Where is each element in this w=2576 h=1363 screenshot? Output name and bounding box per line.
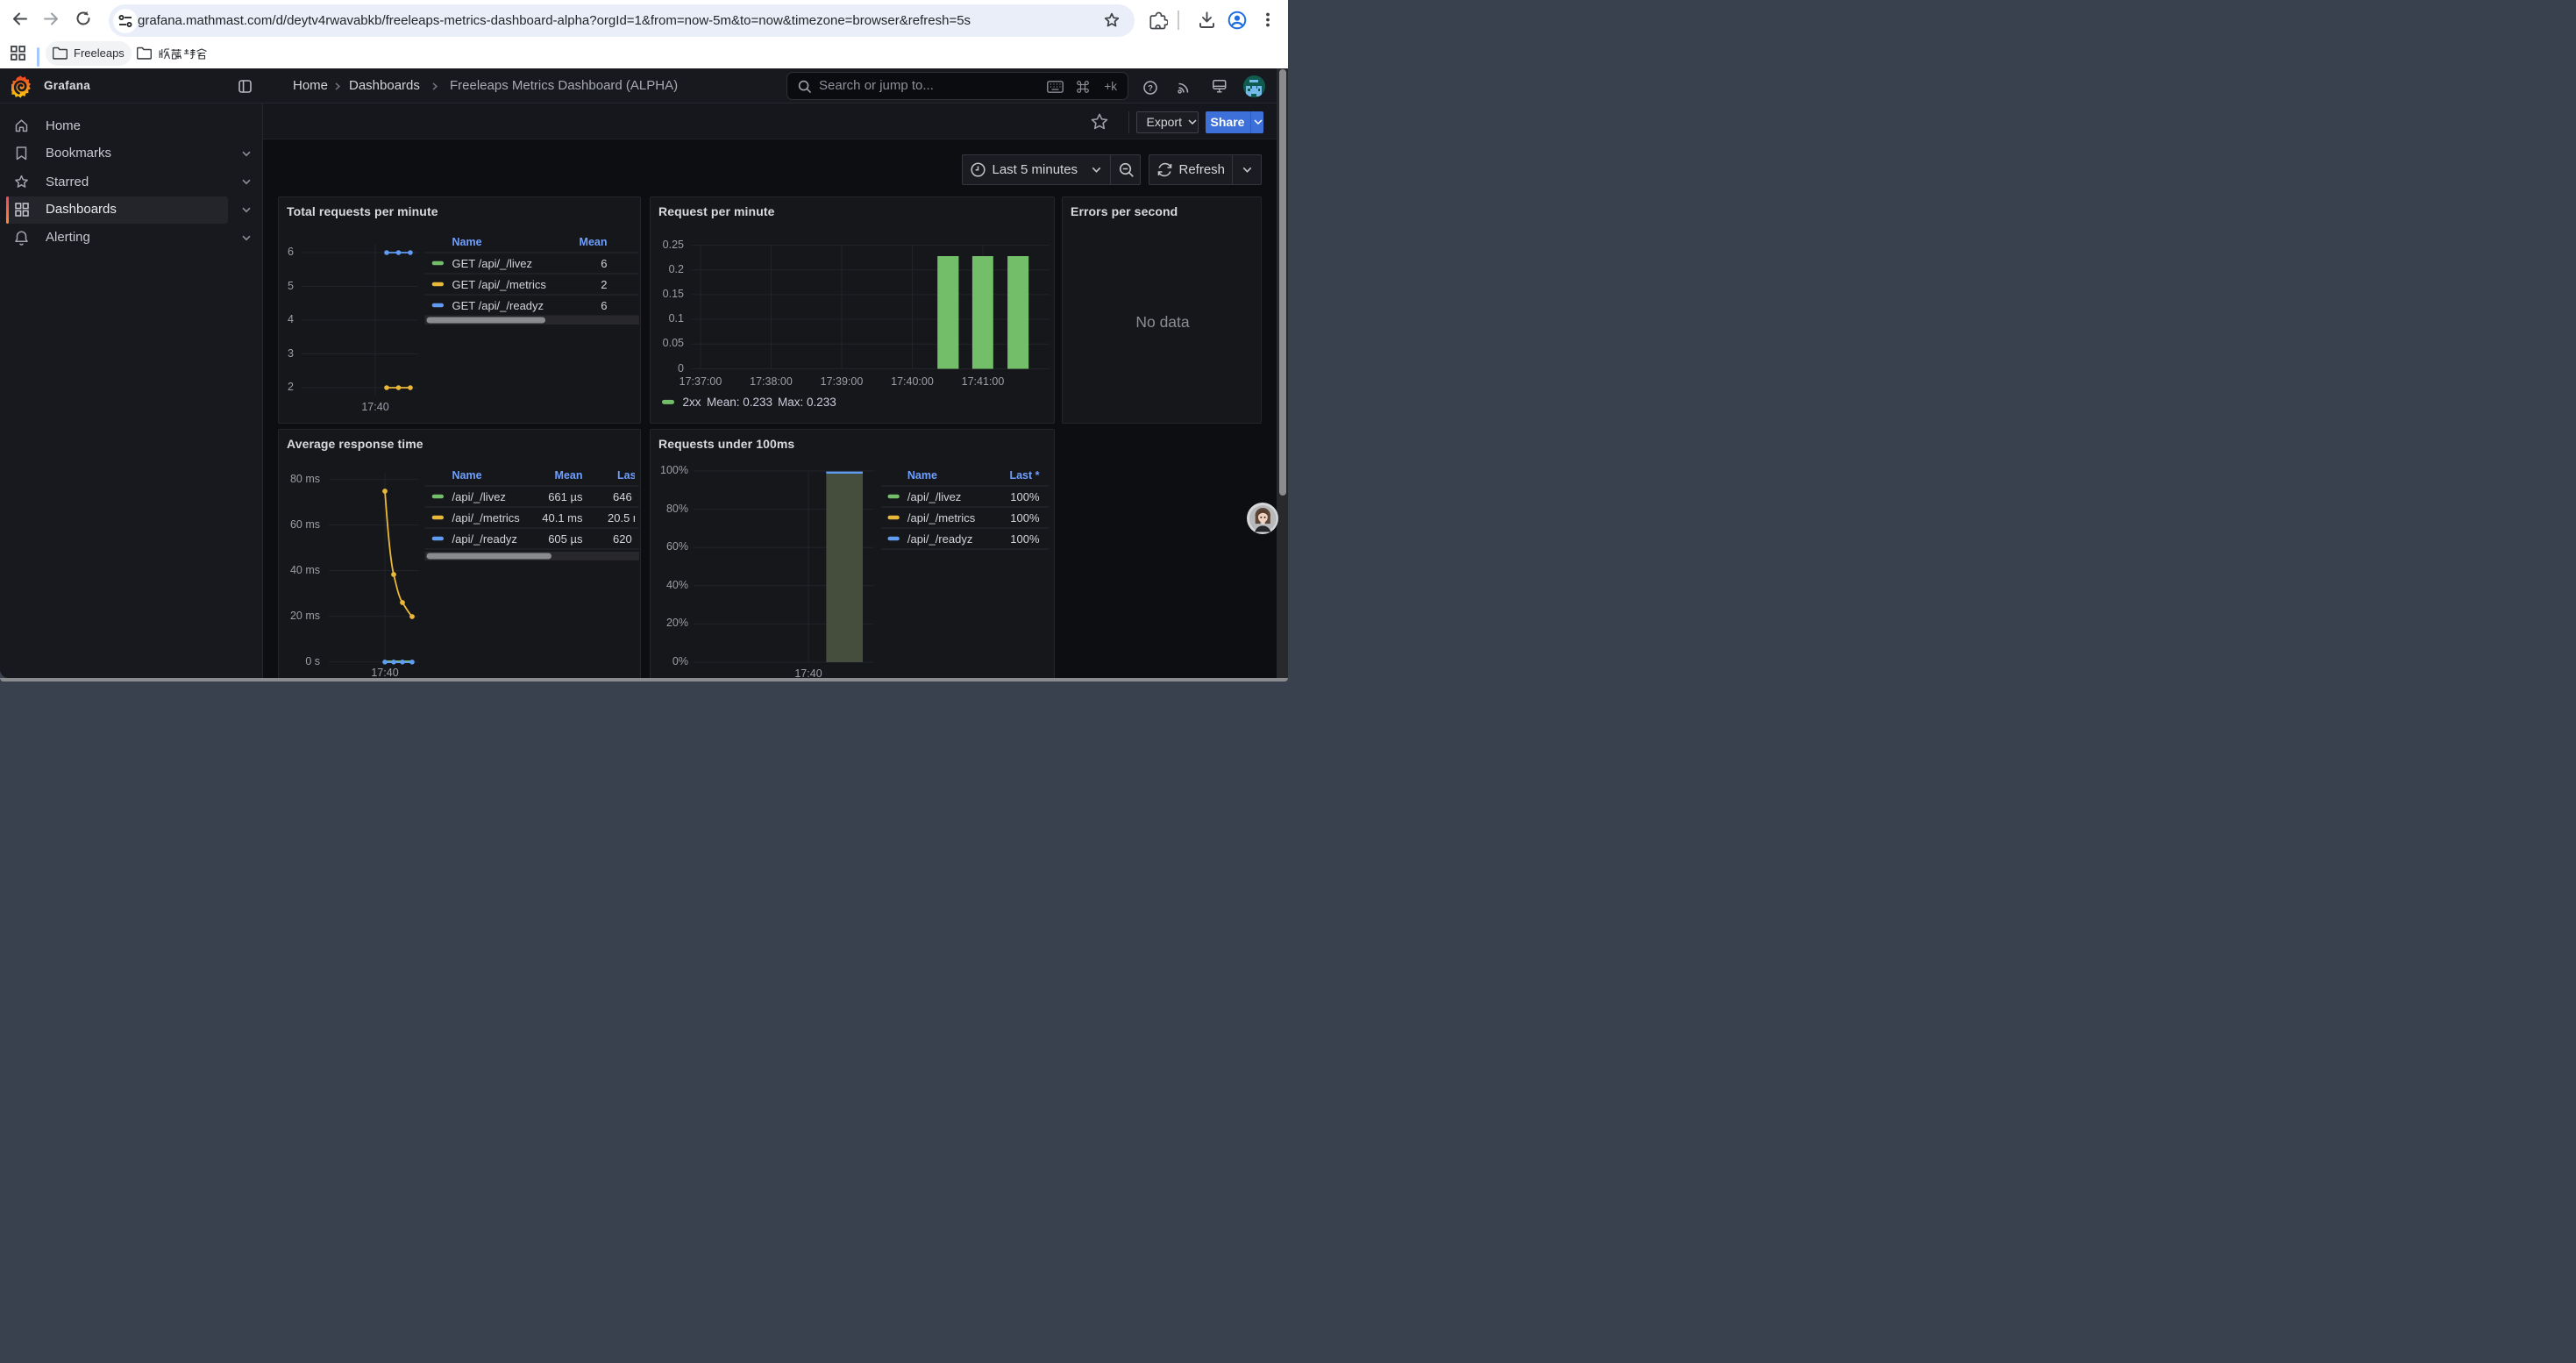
svg-text:?: ?	[1148, 83, 1153, 93]
